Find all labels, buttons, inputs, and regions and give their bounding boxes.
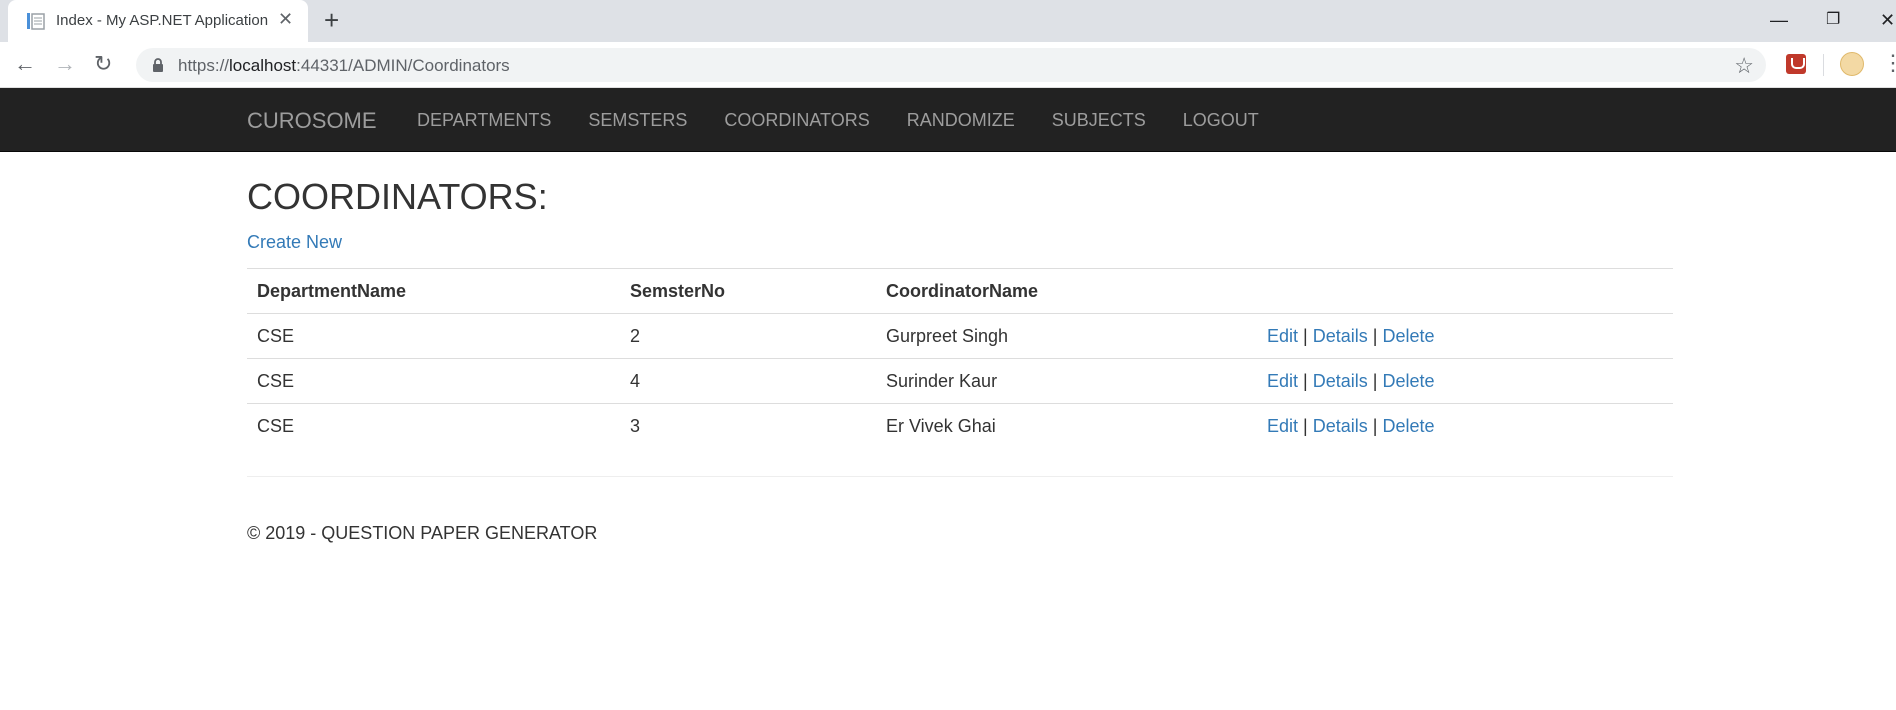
nav-subjects[interactable]: SUBJECTS (1052, 110, 1146, 131)
delete-link[interactable]: Delete (1383, 371, 1435, 391)
close-window-icon[interactable]: ✕ (1880, 6, 1895, 34)
cell-actions: Edit | Details | Delete (1257, 313, 1673, 359)
cell-actions: Edit | Details | Delete (1257, 403, 1673, 449)
cell-department: CSE (247, 358, 620, 404)
delete-link[interactable]: Delete (1383, 416, 1435, 436)
header-coordinator-name: CoordinatorName (876, 268, 1257, 314)
app-navbar: CUROSOME DEPARTMENTS SEMSTERS COORDINATO… (0, 88, 1896, 152)
cell-coordinator: Surinder Kaur (876, 358, 1257, 404)
action-separator: | (1303, 325, 1308, 346)
header-actions (1257, 268, 1673, 314)
cell-coordinator: Er Vivek Ghai (876, 403, 1257, 449)
back-icon[interactable]: ← (14, 52, 36, 76)
table-row: CSE 2 Gurpreet Singh Edit | Details | De… (247, 313, 1673, 359)
action-separator: | (1372, 415, 1378, 436)
address-bar[interactable]: https://localhost:44331/ADMIN/Coordinato… (136, 48, 1766, 82)
edit-link[interactable]: Edit (1267, 326, 1298, 346)
header-semester-no: SemsterNo (620, 268, 876, 314)
table-row: CSE 4 Surinder Kaur Edit | Details | Del… (247, 358, 1673, 404)
minimize-window-icon[interactable]: — (1770, 6, 1788, 34)
cell-department: CSE (247, 403, 620, 449)
brand-link[interactable]: CUROSOME (247, 108, 377, 134)
details-link[interactable]: Details (1313, 371, 1368, 391)
table-row: CSE 3 Er Vivek Ghai Edit | Details | Del… (247, 403, 1673, 449)
table-header-row: DepartmentName SemsterNo CoordinatorName (247, 268, 1673, 314)
details-link[interactable]: Details (1313, 416, 1368, 436)
close-tab-icon[interactable]: ✕ (278, 9, 293, 30)
action-separator: | (1303, 370, 1308, 391)
action-separator: | (1303, 415, 1308, 436)
bookmark-star-icon[interactable]: ☆ (1734, 53, 1754, 79)
url-text: https://localhost:44331/ADMIN/Coordinato… (178, 56, 510, 75)
coordinators-table: DepartmentName SemsterNo CoordinatorName… (247, 268, 1673, 449)
nav-links: DEPARTMENTS SEMSTERS COORDINATORS RANDOM… (417, 110, 1296, 131)
create-new-link[interactable]: Create New (247, 232, 342, 253)
action-separator: | (1372, 325, 1378, 346)
nav-coordinators[interactable]: COORDINATORS (724, 110, 869, 131)
footer-divider (247, 476, 1673, 477)
action-separator: | (1372, 370, 1378, 391)
page-title: COORDINATORS: (247, 176, 548, 217)
details-link[interactable]: Details (1313, 326, 1368, 346)
cell-semester: 4 (620, 358, 876, 404)
nav-logout[interactable]: LOGOUT (1183, 110, 1259, 131)
cell-semester: 2 (620, 313, 876, 359)
browser-tab[interactable]: Index - My ASP.NET Application ✕ (8, 0, 308, 42)
reload-icon[interactable]: ↻ (94, 52, 112, 76)
cell-semester: 3 (620, 403, 876, 449)
profile-avatar[interactable] (1840, 52, 1864, 76)
restore-window-icon[interactable]: ❐ (1826, 6, 1840, 34)
edit-link[interactable]: Edit (1267, 371, 1298, 391)
cell-actions: Edit | Details | Delete (1257, 358, 1673, 404)
new-tab-icon[interactable]: + (324, 6, 339, 34)
cell-department: CSE (247, 313, 620, 359)
tab-title: Index - My ASP.NET Application (56, 12, 269, 29)
cell-coordinator: Gurpreet Singh (876, 313, 1257, 359)
edit-link[interactable]: Edit (1267, 416, 1298, 436)
browser-toolbar: ← → ↻ https://localhost:44331/ADMIN/Coor… (0, 42, 1896, 88)
lock-icon (153, 58, 163, 72)
footer-text: © 2019 - QUESTION PAPER GENERATOR (247, 523, 598, 543)
page-favicon-icon (27, 13, 45, 30)
forward-icon[interactable]: → (54, 52, 76, 76)
extension-icon[interactable] (1786, 54, 1806, 74)
nav-randomize[interactable]: RANDOMIZE (907, 110, 1015, 131)
browser-tab-strip: Index - My ASP.NET Application ✕ + — ❐ ✕ (0, 0, 1896, 42)
delete-link[interactable]: Delete (1383, 326, 1435, 346)
nav-departments[interactable]: DEPARTMENTS (417, 110, 551, 131)
header-department-name: DepartmentName (247, 268, 620, 314)
toolbar-divider (1823, 54, 1824, 76)
browser-menu-icon[interactable]: ⋮ (1882, 50, 1896, 76)
nav-semesters[interactable]: SEMSTERS (588, 110, 687, 131)
